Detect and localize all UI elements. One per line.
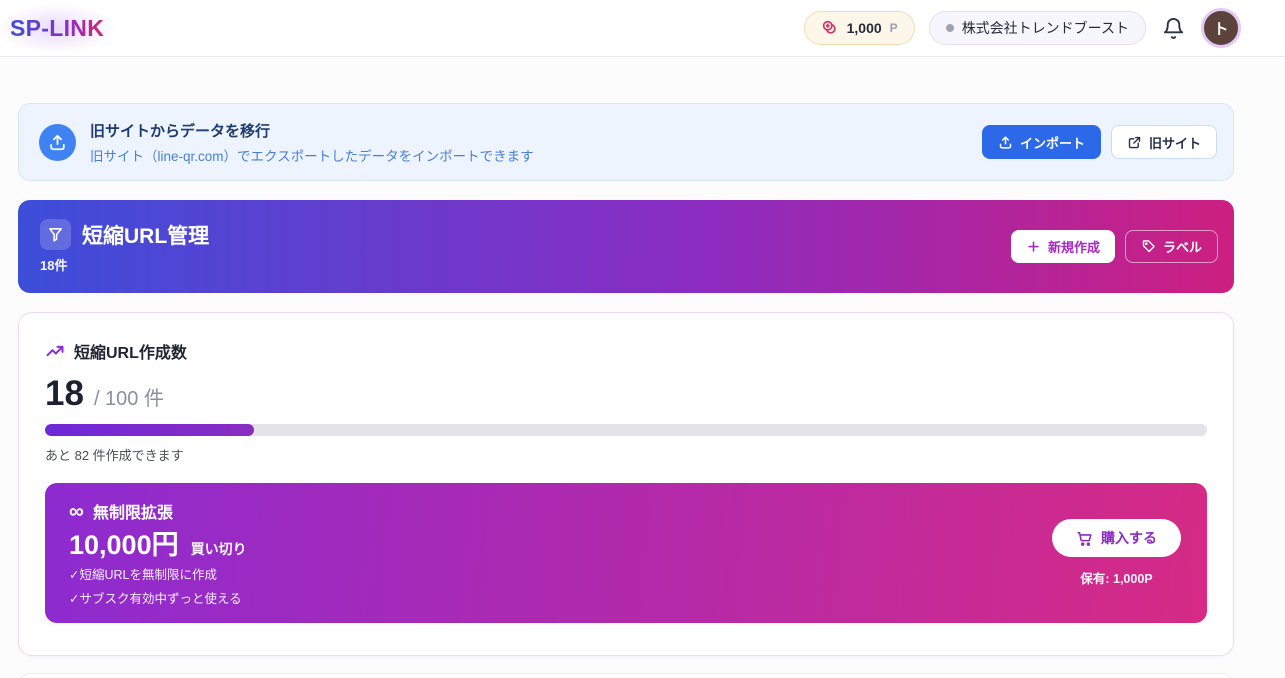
trending-up-icon — [45, 341, 65, 361]
bell-icon — [1162, 17, 1185, 40]
company-selector-pill[interactable]: 株式会社トレンドブースト — [929, 11, 1146, 45]
progress-fill — [45, 424, 254, 436]
stats-title: 短縮URL作成数 — [74, 339, 187, 363]
promo-title: 無制限拡張 — [93, 499, 173, 523]
upload-icon — [998, 135, 1013, 150]
url-count-card: 短縮URL作成数 18 / 100 件 あと 82 件作成できます ∞ 無制限拡… — [18, 312, 1234, 656]
tag-icon — [1141, 239, 1156, 254]
promo-price: 10,000円 — [69, 532, 179, 559]
page-title: 短縮URL管理 — [82, 220, 209, 250]
url-manager-header: 短縮URL管理 18件 新規作成 ラベル — [18, 200, 1234, 293]
coins-icon — [821, 19, 839, 37]
points-held: 保有: 1,000P — [1080, 568, 1152, 587]
create-new-button[interactable]: 新規作成 — [1011, 230, 1115, 263]
filter-icon — [40, 219, 71, 250]
old-site-button[interactable]: 旧サイト — [1111, 125, 1217, 159]
plus-icon — [1026, 239, 1041, 254]
main-content: 旧サイトからデータを移行 旧サイト（line-qr.com）でエクスポートしたデ… — [18, 57, 1234, 678]
unlimited-promo-card: ∞ 無制限拡張 10,000円 買い切り ✓短縮URLを無制限に作成 ✓サブスク… — [45, 483, 1207, 623]
promo-feature: ✓短縮URLを無制限に作成 — [69, 564, 247, 583]
migration-banner-title: 旧サイトからデータを移行 — [90, 120, 534, 141]
labels-button[interactable]: ラベル — [1125, 230, 1218, 263]
notifications-button[interactable] — [1160, 15, 1187, 42]
avatar-initial: ト — [1213, 18, 1228, 39]
company-status-dot — [946, 24, 954, 32]
promo-feature: ✓サブスク有効中ずっと使える — [69, 588, 247, 607]
points-value: 1,000 — [847, 20, 882, 36]
count-limit: / 100 件 — [94, 382, 164, 411]
buy-button[interactable]: 購入する — [1052, 519, 1181, 557]
migration-banner: 旧サイトからデータを移行 旧サイト（line-qr.com）でエクスポートしたデ… — [18, 103, 1234, 181]
current-count: 18 — [45, 376, 84, 411]
user-avatar[interactable]: ト — [1201, 8, 1241, 48]
usage-progress-bar — [45, 424, 1207, 436]
infinity-icon: ∞ — [69, 501, 84, 522]
app-logo[interactable]: SP-LINK — [10, 15, 104, 42]
migration-banner-description: 旧サイト（line-qr.com）でエクスポートしたデータをインポートできます — [90, 145, 534, 165]
old-site-button-label: 旧サイト — [1149, 133, 1201, 152]
header-actions: 1,000 P 株式会社トレンドブースト ト — [804, 8, 1241, 48]
cart-icon — [1076, 530, 1093, 547]
points-balance-pill[interactable]: 1,000 P — [804, 11, 915, 45]
app-header: SP-LINK 1,000 P 株式会社トレンドブースト — [0, 0, 1285, 57]
upload-circle-icon — [39, 124, 76, 161]
promo-price-note: 買い切り — [191, 539, 247, 559]
remaining-text: あと 82 件作成できます — [45, 445, 1207, 464]
import-button-label: インポート — [1020, 133, 1085, 152]
create-new-button-label: 新規作成 — [1048, 237, 1100, 256]
next-card-sliver — [18, 673, 1234, 678]
points-unit: P — [890, 21, 898, 35]
external-link-icon — [1127, 135, 1142, 150]
labels-button-label: ラベル — [1163, 237, 1202, 256]
buy-button-label: 購入する — [1101, 528, 1157, 548]
company-name: 株式会社トレンドブースト — [962, 18, 1129, 38]
url-count-badge: 18件 — [40, 255, 209, 274]
import-button[interactable]: インポート — [982, 125, 1101, 159]
app-logo-text: SP-LINK — [10, 15, 104, 41]
